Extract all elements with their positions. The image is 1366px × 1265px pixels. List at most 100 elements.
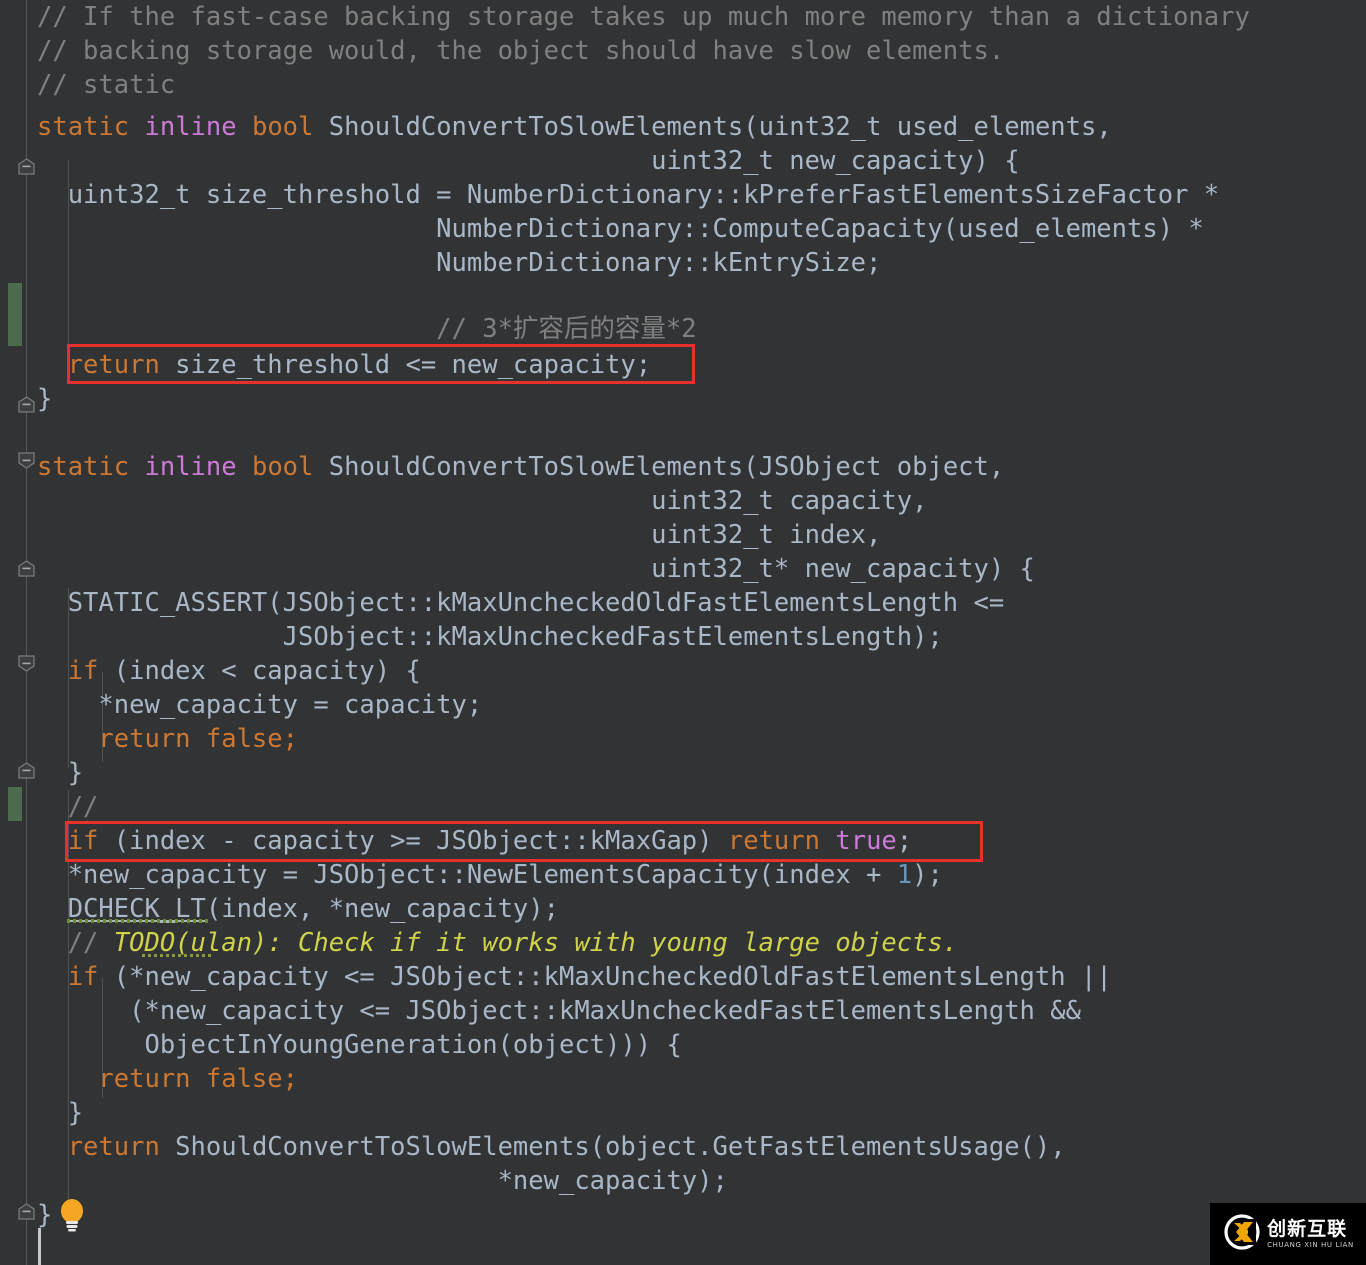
code-token: return [37, 350, 160, 380]
code-token: if [37, 656, 99, 686]
code-line[interactable]: static inline bool ShouldConvertToSlowEl… [37, 110, 1112, 144]
code-token: return false; [37, 1064, 298, 1094]
code-editor: // If the fast-case backing storage take… [0, 0, 1366, 1265]
code-line[interactable]: ObjectInYoungGeneration(object))) { [37, 1028, 682, 1062]
code-line[interactable]: DCHECK_LT(index, *new_capacity); [37, 892, 559, 926]
code-token: bool [251, 452, 314, 482]
intention-bulb-icon[interactable] [57, 1198, 87, 1236]
code-token: // [37, 792, 99, 822]
code-token: return [727, 826, 820, 856]
code-line[interactable]: if (*new_capacity <= JSObject::kMaxUnche… [37, 960, 1112, 994]
code-line[interactable]: // 3*扩容后的容量*2 [37, 312, 696, 346]
watermark-logo-icon [1222, 1212, 1262, 1256]
code-fold-fold-end-icon[interactable] [18, 158, 35, 175]
code-token: // If the fast-case backing storage take… [37, 2, 1250, 32]
code-line[interactable]: } [37, 382, 52, 416]
code-line[interactable]: } [37, 1198, 52, 1232]
code-token: ; [896, 826, 913, 856]
editor-gutter[interactable] [0, 0, 27, 1265]
code-token: inline [144, 112, 237, 142]
code-line[interactable]: uint32_t index, [37, 518, 881, 552]
code-line[interactable]: *new_capacity = JSObject::NewElementsCap… [37, 858, 943, 892]
code-token: inline [144, 452, 237, 482]
code-token: static [37, 452, 130, 482]
code-fold-fold-end-icon[interactable] [18, 396, 35, 413]
code-token: uint32_t index, [37, 520, 882, 550]
code-line[interactable]: NumberDictionary::kEntrySize; [37, 246, 881, 280]
code-token: // [37, 928, 114, 958]
code-line[interactable]: uint32_t new_capacity) { [37, 144, 1020, 178]
code-line[interactable]: *new_capacity); [37, 1164, 728, 1198]
code-token: STATIC_ASSERT(JSObject::kMaxUncheckedOld… [37, 588, 1005, 618]
code-token: // backing storage would, the object sho… [37, 36, 1005, 66]
code-line[interactable]: uint32_t* new_capacity) { [37, 552, 1035, 586]
code-line[interactable]: } [37, 756, 83, 790]
code-line[interactable]: JSObject::kMaxUncheckedFastElementsLengt… [37, 620, 943, 654]
gutter-divider-line [26, 0, 27, 1265]
site-watermark: 创新互联 CHUANG XIN HU LIAN [1210, 1203, 1366, 1265]
code-line[interactable]: // If the fast-case backing storage take… [37, 0, 1250, 34]
code-token: ShouldConvertToSlowElements(object.GetFa… [159, 1132, 1066, 1162]
code-token: uint32_t size_threshold = NumberDictiona… [37, 180, 1220, 210]
code-token: uint32_t new_capacity) { [37, 146, 1020, 176]
watermark-cn-label: 创新互联 [1267, 1217, 1348, 1240]
code-token: if [37, 962, 99, 992]
code-line[interactable]: uint32_t size_threshold = NumberDictiona… [37, 178, 1219, 212]
code-line[interactable]: } [37, 1096, 83, 1130]
code-token: // static [37, 70, 176, 100]
code-line[interactable]: if (index < capacity) { [37, 654, 421, 688]
code-line[interactable]: static inline bool ShouldConvertToSlowEl… [37, 450, 1004, 484]
code-line[interactable]: // TODO(ulan): Check if it works with yo… [37, 926, 958, 960]
code-token: ShouldConvertToSlowElements(JSObject obj… [313, 452, 1005, 482]
spellcheck-squiggle [142, 954, 214, 957]
code-token: bool [251, 112, 314, 142]
code-line[interactable]: // backing storage would, the object sho… [37, 34, 1004, 68]
code-line[interactable]: uint32_t capacity, [37, 484, 927, 518]
code-token: (index - capacity >= JSObject::kMaxGap) [98, 826, 728, 856]
watermark-pinyin-label: CHUANG XIN HU LIAN [1267, 1240, 1354, 1249]
code-fold-fold-end-icon[interactable] [18, 1203, 35, 1220]
code-token: size_threshold <= new_capacity; [159, 350, 652, 380]
code-token: ObjectInYoungGeneration(object))) { [37, 1030, 682, 1060]
code-token: } [37, 1200, 53, 1230]
code-token: JSObject::kMaxUncheckedFastElementsLengt… [37, 622, 943, 652]
code-line[interactable]: NumberDictionary::ComputeCapacity(used_e… [37, 212, 1204, 246]
vcs-change-bar[interactable] [8, 787, 22, 821]
code-line[interactable]: (*new_capacity <= JSObject::kMaxUnchecke… [37, 994, 1081, 1028]
code-token: static [37, 112, 130, 142]
code-token: (index, *new_capacity); [205, 894, 559, 924]
code-token: } [37, 758, 84, 788]
code-fold-fold-end-icon[interactable] [18, 762, 35, 779]
code-line[interactable]: if (index - capacity >= JSObject::kMaxGa… [37, 824, 912, 858]
code-fold-fold-end-icon[interactable] [18, 560, 35, 577]
code-token: uint32_t* new_capacity) { [37, 554, 1035, 584]
code-token: (*new_capacity <= JSObject::kMaxUnchecke… [98, 962, 1112, 992]
code-line[interactable]: // static [37, 68, 175, 102]
code-line[interactable]: STATIC_ASSERT(JSObject::kMaxUncheckedOld… [37, 586, 1005, 620]
watermark-text: 创新互联 CHUANG XIN HU LIAN [1267, 1217, 1354, 1249]
code-token: } [37, 1098, 84, 1128]
code-line[interactable]: return false; [37, 722, 298, 756]
code-token: return false; [37, 724, 298, 754]
code-token: if [37, 826, 99, 856]
code-fold-fold-start-icon[interactable] [18, 655, 35, 672]
code-token: true [835, 826, 897, 856]
vcs-change-bar[interactable] [8, 283, 22, 346]
code-token: NumberDictionary::kEntrySize; [37, 248, 882, 278]
code-token: return [37, 1132, 160, 1162]
code-line[interactable]: return size_threshold <= new_capacity; [37, 348, 651, 382]
code-fold-fold-start-icon[interactable] [18, 452, 35, 469]
code-line[interactable]: return false; [37, 1062, 298, 1096]
text-caret [38, 1228, 41, 1265]
code-token: *new_capacity = capacity; [37, 690, 483, 720]
code-line[interactable]: *new_capacity = capacity; [37, 688, 482, 722]
code-line[interactable]: return ShouldConvertToSlowElements(objec… [37, 1130, 1066, 1164]
code-line[interactable]: // [37, 790, 99, 824]
code-token: ShouldConvertToSlowElements(uint32_t use… [313, 112, 1112, 142]
error-squiggle [67, 919, 209, 923]
code-token: ); [912, 860, 943, 890]
code-token: *new_capacity = JSObject::NewElementsCap… [37, 860, 897, 890]
